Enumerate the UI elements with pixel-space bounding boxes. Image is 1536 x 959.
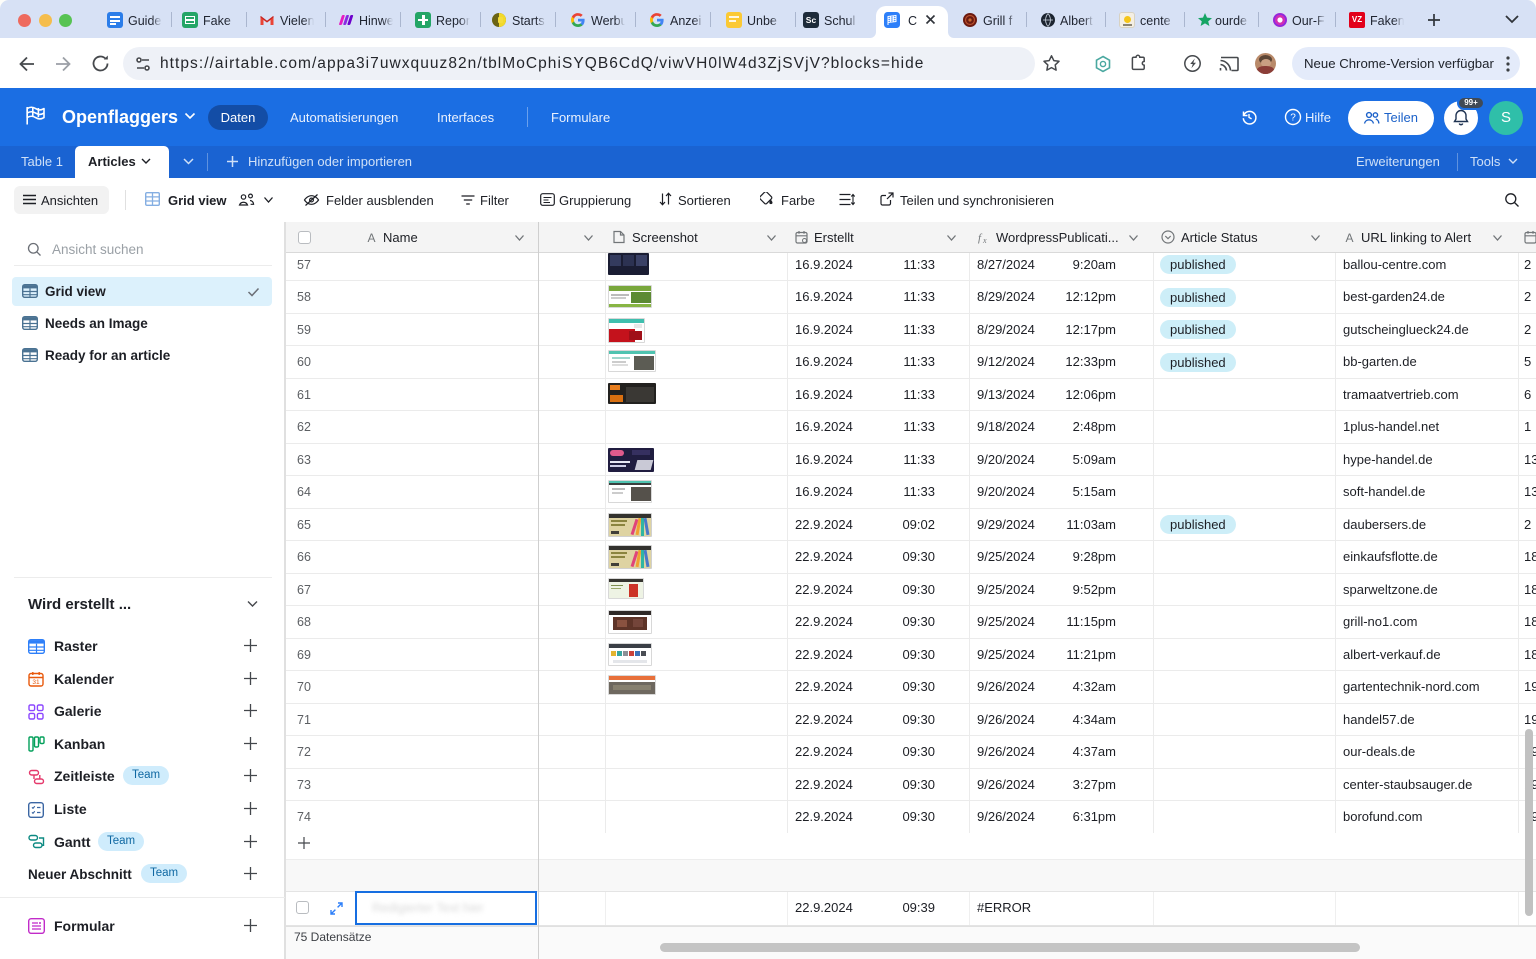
svg-text:31: 31 [32, 679, 40, 686]
svg-text:?: ? [1290, 113, 1296, 124]
svg-text:A: A [1345, 231, 1353, 244]
svg-text:x: x [982, 236, 987, 244]
svg-text:A: A [367, 231, 375, 244]
